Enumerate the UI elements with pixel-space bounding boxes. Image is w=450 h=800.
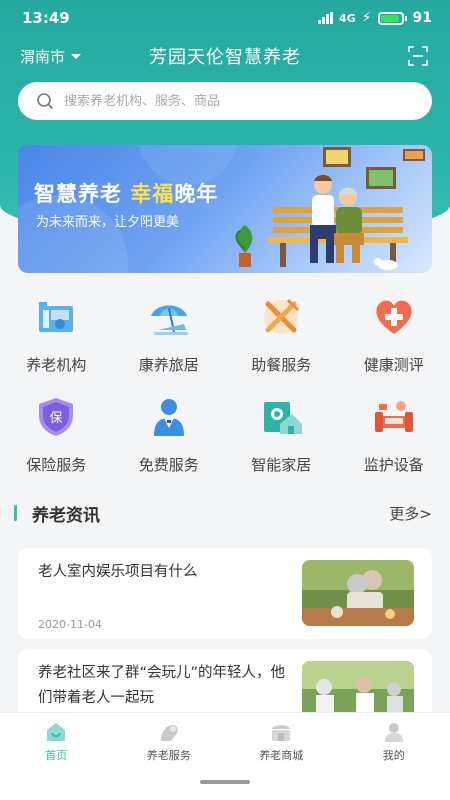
category-health-assessment[interactable]: 健康测评	[338, 290, 450, 390]
promo-banner[interactable]: 智慧养老 幸福晚年 为未来而来，让夕阳更美	[18, 145, 432, 273]
category-meal-service[interactable]: 助餐服务	[225, 290, 338, 390]
category-label: 健康测评	[363, 356, 424, 374]
battery-level: 91	[412, 10, 432, 26]
category-label: 助餐服务	[251, 356, 312, 374]
category-smart-home[interactable]: 智能家居	[225, 390, 338, 490]
banner-subtitle: 为未来而来，让夕阳更美	[36, 215, 180, 230]
news-section-title: 养老资讯	[32, 505, 100, 526]
top-bar: 渭南市 芳园天伦智慧养老	[0, 40, 450, 72]
search-icon	[37, 93, 54, 110]
category-wellness-travel[interactable]: 康养旅居	[113, 290, 226, 390]
profile-icon	[384, 723, 403, 742]
category-label: 免费服务	[138, 456, 199, 474]
category-label: 养老机构	[26, 356, 87, 374]
home-indicator[interactable]	[200, 780, 250, 784]
category-label: 监护设备	[363, 456, 424, 474]
svg-text:保: 保	[50, 411, 63, 426]
category-label: 康养旅居	[138, 356, 199, 374]
monitor-bed-icon	[374, 401, 413, 432]
tab-profile[interactable]: 我的	[338, 713, 450, 772]
news-card-date: 2020-11-04	[38, 618, 102, 631]
search-bar[interactable]	[18, 82, 432, 120]
beach-umbrella-icon	[150, 305, 188, 335]
tab-home[interactable]: 首页	[0, 713, 113, 772]
waiter-icon	[153, 399, 184, 436]
more-news-link[interactable]: 更多>	[389, 503, 432, 524]
elderly-couple-illustration	[235, 147, 425, 270]
shield-icon: 保	[39, 398, 74, 436]
news-card-title: 老人室内娱乐项目有什么	[38, 564, 198, 580]
network-label: 4G	[338, 11, 356, 25]
bottom-tab-bar: 首页 养老服务 养老商城 我的	[0, 712, 450, 772]
news-card-photo	[302, 560, 414, 626]
status-bar: 13:49 4G ⚡ 91	[0, 0, 450, 36]
category-monitoring-device[interactable]: 监护设备	[338, 390, 450, 490]
category-insurance[interactable]: 保 保险服务	[0, 390, 113, 490]
home-icon	[47, 723, 66, 741]
service-icon	[160, 725, 178, 741]
news-card-title: 养老社区来了群“会玩儿”的年轻人，他们带着老人一起玩	[38, 665, 286, 706]
heart-plus-icon	[376, 300, 412, 334]
fork-knife-icon	[264, 298, 300, 334]
tab-elderly-service[interactable]: 养老服务	[113, 713, 226, 772]
signal-icon	[317, 12, 333, 24]
app-title: 芳园天伦智慧养老	[149, 47, 301, 68]
category-label: 保险服务	[26, 456, 87, 474]
news-header: 养老资讯 更多>	[0, 498, 450, 528]
news-card[interactable]: 老人室内娱乐项目有什么 2020-11-04	[18, 548, 432, 639]
tab-label: 我的	[382, 749, 405, 762]
battery-icon	[377, 11, 407, 25]
category-nursing-home[interactable]: 养老机构	[0, 290, 113, 390]
category-label: 智能家居	[251, 456, 312, 474]
category-grid: 养老机构 康养旅居 助餐服务 健康测评 保 保险服务 免费服务 智能家居 监护设…	[0, 290, 450, 490]
tab-elderly-mall[interactable]: 养老商城	[225, 713, 338, 772]
tab-label: 养老服务	[146, 749, 191, 762]
nursing-home-icon	[39, 302, 74, 332]
category-free-service[interactable]: 免费服务	[113, 390, 226, 490]
search-input[interactable]	[64, 93, 384, 109]
smart-home-icon	[264, 402, 303, 434]
section-accent-bar	[14, 505, 17, 521]
banner-title: 智慧养老 幸福晚年	[34, 182, 219, 206]
charging-icon: ⚡	[361, 10, 372, 26]
tab-label: 养老商城	[259, 749, 304, 762]
status-time: 13:49	[22, 9, 70, 27]
scan-icon[interactable]	[408, 46, 428, 66]
mall-icon	[272, 725, 291, 741]
tab-label: 首页	[45, 749, 68, 762]
gesture-area	[0, 772, 450, 800]
